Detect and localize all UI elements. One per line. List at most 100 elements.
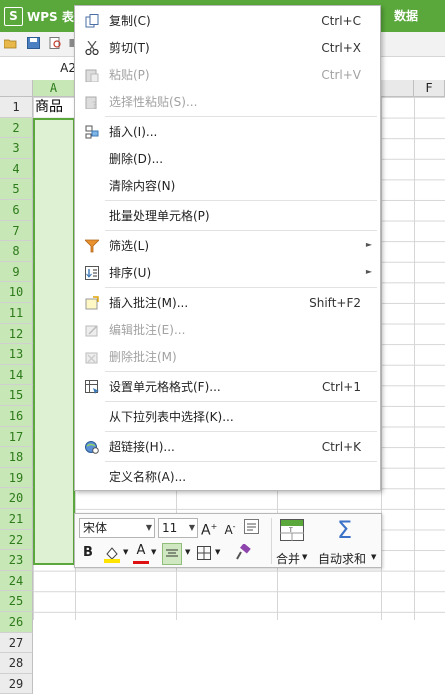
row-header[interactable]: 3 <box>0 138 33 159</box>
fill-color-icon[interactable] <box>103 545 121 563</box>
menu-separator <box>105 287 377 288</box>
selected-range[interactable] <box>33 117 75 565</box>
row-header[interactable]: 23 <box>0 550 33 571</box>
menu-item-17[interactable]: 定义名称(A)... <box>75 464 380 490</box>
menu-separator <box>105 461 377 462</box>
text-format-icon[interactable] <box>244 519 259 534</box>
chevron-down-icon: ▼ <box>302 553 308 561</box>
app-menu-button[interactable]: S WPS 表 <box>0 0 76 32</box>
menu-item-label: 插入批注(M)... <box>109 296 189 310</box>
row-header[interactable]: 14 <box>0 364 33 386</box>
grow-font-icon: A <box>201 522 211 539</box>
row-header[interactable]: 25 <box>0 591 33 612</box>
row-header[interactable]: 7 <box>0 220 33 242</box>
column-header-f[interactable]: F <box>414 80 445 97</box>
row-header[interactable]: 1 <box>0 97 33 118</box>
insert-comment-icon <box>85 296 99 310</box>
menu-item-5[interactable]: 插入(I)... <box>75 119 380 145</box>
row-header[interactable]: 11 <box>0 303 33 324</box>
row-header[interactable]: 18 <box>0 447 33 468</box>
menu-item-label: 排序(U) <box>109 266 152 280</box>
menu-item-11[interactable]: 插入批注(M)... Shift+F2 <box>75 290 380 316</box>
row-header[interactable]: 10 <box>0 282 33 303</box>
menu-item-label: 设置单元格格式(F)... <box>109 380 221 394</box>
row-header[interactable]: 21 <box>0 509 33 530</box>
menu-item-10[interactable]: 排序(U) ► <box>75 260 380 286</box>
menu-item-9[interactable]: 筛选(L) ► <box>75 233 380 259</box>
format-painter-icon[interactable] <box>235 544 251 561</box>
menu-item-8[interactable]: 批量处理单元格(P) <box>75 203 380 229</box>
chevron-down-icon[interactable]: ▼ <box>215 548 220 556</box>
open-folder-icon[interactable] <box>4 37 17 49</box>
shrink-font-icon: A <box>224 523 233 537</box>
menu-item-7[interactable]: 清除内容(N) <box>75 173 380 199</box>
row-header[interactable]: 16 <box>0 406 33 427</box>
font-color-button[interactable]: A <box>133 543 149 564</box>
menu-item-label: 从下拉列表中选择(K)... <box>109 410 234 424</box>
menu-separator <box>105 200 377 201</box>
insert-cells-icon <box>85 125 99 139</box>
menu-item-1[interactable]: 复制(C) Ctrl+C <box>75 8 380 34</box>
row-header[interactable]: 29 <box>0 673 33 694</box>
menu-item-13: 删除批注(M) <box>75 344 380 370</box>
row-header[interactable]: 19 <box>0 467 33 489</box>
menu-separator <box>105 230 377 231</box>
menu-item-2[interactable]: 剪切(T) Ctrl+X <box>75 35 380 61</box>
row-header[interactable]: 13 <box>0 344 33 365</box>
menu-separator <box>105 116 377 117</box>
menu-item-label: 定义名称(A)... <box>109 470 187 484</box>
menu-item-3: 粘贴(P) Ctrl+V <box>75 62 380 88</box>
column-header-e[interactable] <box>381 80 414 97</box>
save-icon[interactable] <box>27 37 40 49</box>
row-header[interactable]: 8 <box>0 241 33 262</box>
grow-font-button[interactable]: A+ <box>201 518 217 539</box>
menu-item-shortcut: Shift+F2 <box>309 296 361 310</box>
merge-label: 合并 <box>276 552 301 566</box>
menu-item-6[interactable]: 删除(D)... <box>75 146 380 172</box>
row-header[interactable]: 12 <box>0 323 33 345</box>
row-header[interactable]: 9 <box>0 261 33 283</box>
row-header[interactable]: 17 <box>0 426 33 448</box>
row-header[interactable]: 20 <box>0 488 33 509</box>
paste-icon <box>85 69 99 82</box>
cell-a1[interactable]: 商品 <box>35 98 63 117</box>
paste-special-icon: ? <box>85 96 97 109</box>
row-header[interactable]: 5 <box>0 179 33 200</box>
menu-item-15[interactable]: 从下拉列表中选择(K)... <box>75 404 380 430</box>
row-header[interactable]: 15 <box>0 385 33 406</box>
autosum-button[interactable]: Σ 自动求和 ▼ <box>317 516 379 567</box>
row-header[interactable]: 27 <box>0 632 33 654</box>
bold-button[interactable]: B <box>81 544 95 562</box>
row-header[interactable]: 24 <box>0 570 33 592</box>
shrink-font-button[interactable]: A- <box>222 518 238 537</box>
font-name-select[interactable]: 宋体 ▼ <box>79 518 155 538</box>
tab-data[interactable]: 数据 <box>381 0 431 32</box>
chevron-down-icon[interactable]: ▼ <box>123 548 128 556</box>
align-center-button[interactable] <box>162 543 182 565</box>
font-size-select[interactable]: 11 ▼ <box>158 518 198 538</box>
menu-item-12: 编辑批注(E)... <box>75 317 380 343</box>
menu-item-label: 删除批注(M) <box>109 350 177 364</box>
row-header[interactable]: 22 <box>0 529 33 551</box>
name-box[interactable]: A2 <box>0 57 80 80</box>
toolbar-separator <box>271 518 272 564</box>
row-header[interactable]: 26 <box>0 612 33 633</box>
menu-item-label: 清除内容(N) <box>109 179 176 193</box>
row-header[interactable]: 28 <box>0 653 33 674</box>
menu-item-16[interactable]: 超链接(H)... Ctrl+K <box>75 434 380 460</box>
row-header[interactable]: 2 <box>0 117 33 139</box>
row-header[interactable]: 6 <box>0 200 33 221</box>
merge-button[interactable]: T 合并 ▼ <box>275 516 315 567</box>
row-header[interactable]: 4 <box>0 158 33 180</box>
menu-item-shortcut: Ctrl+K <box>321 440 361 454</box>
print-preview-icon[interactable] <box>49 37 62 49</box>
copy-icon <box>85 14 99 28</box>
borders-icon[interactable] <box>197 546 211 560</box>
chevron-down-icon[interactable]: ▼ <box>185 548 190 556</box>
column-header-a[interactable]: A <box>33 80 75 97</box>
menu-item-14[interactable]: 设置单元格格式(F)... Ctrl+1 <box>75 374 380 400</box>
scissors-icon <box>85 41 99 55</box>
chevron-down-icon[interactable]: ▼ <box>151 548 156 556</box>
grid-line <box>414 97 415 620</box>
select-all-corner[interactable] <box>0 80 33 97</box>
